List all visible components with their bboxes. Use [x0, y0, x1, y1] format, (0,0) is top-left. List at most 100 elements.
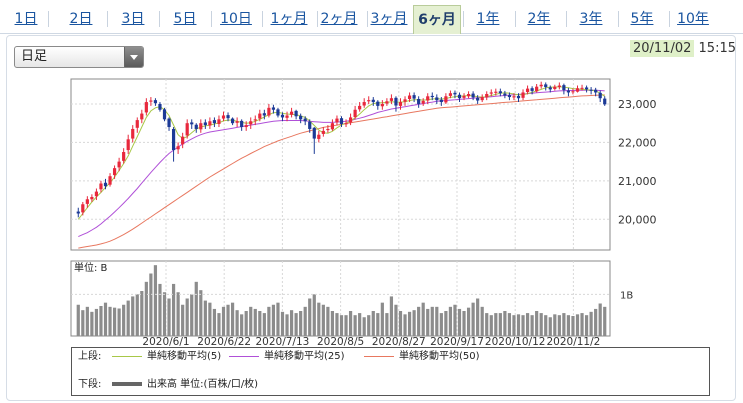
volume-bar: [530, 315, 534, 336]
candle-body: [90, 196, 94, 200]
candle-body: [358, 105, 362, 110]
candle-body: [158, 103, 162, 110]
price-volume-chart: 20,00021,00022,00023,0002020/6/1 2020/6/2…: [70, 78, 657, 348]
volume-bar: [562, 313, 566, 336]
candle-body: [76, 211, 80, 214]
volume-bar: [603, 306, 607, 336]
candle-body: [557, 85, 561, 88]
candle-body: [521, 92, 525, 98]
legend-lower-row: 下段:: [78, 378, 101, 392]
candle-body: [171, 128, 176, 151]
volume-bar: [566, 315, 571, 336]
candle-body: [339, 118, 344, 124]
volume-bar: [512, 315, 516, 336]
volume-bar: [575, 314, 580, 336]
volume-bar: [190, 294, 194, 336]
volume-bar: [580, 313, 584, 336]
volume-bar: [149, 273, 153, 336]
candle-body: [226, 115, 230, 119]
candle-body: [176, 146, 180, 150]
volume-bar: [144, 281, 148, 336]
candle-body: [584, 87, 589, 90]
legend-sma25-label: 単純移動平均(25): [264, 351, 345, 362]
candle-body: [407, 95, 412, 99]
volume-bar: [294, 313, 298, 336]
legend-volume-swatch: [112, 382, 142, 386]
candle-body: [312, 127, 316, 139]
price-tick-label: 22,000: [618, 136, 657, 149]
volume-bar: [94, 308, 99, 336]
volume-bar: [226, 304, 230, 336]
candle-body: [294, 110, 298, 117]
volume-bar: [122, 304, 126, 336]
volume-bar: [285, 314, 289, 336]
candle-body: [376, 101, 380, 106]
candle-body: [457, 94, 462, 99]
volume-bar: [289, 310, 294, 336]
volume-bar: [171, 283, 176, 336]
candle-body: [185, 123, 189, 136]
candle-body: [258, 113, 262, 119]
candle-body: [435, 97, 439, 101]
candle-body: [498, 91, 502, 94]
volume-bar: [85, 306, 89, 336]
volume-bar: [271, 304, 276, 336]
candle-body: [348, 117, 353, 123]
candle-body: [548, 87, 552, 90]
volume-bar: [126, 300, 130, 336]
candle-body: [81, 204, 85, 213]
candle-body: [394, 97, 398, 106]
volume-bar: [471, 302, 475, 336]
candle-body: [566, 90, 571, 93]
candle-body: [385, 101, 389, 104]
volume-bar: [421, 302, 425, 336]
candle-body: [330, 123, 335, 130]
volume-bar: [412, 310, 416, 336]
candle-body: [598, 92, 602, 99]
volume-bar: [371, 311, 375, 336]
candle-body: [430, 95, 434, 98]
candle-body: [262, 113, 266, 116]
volume-bar: [103, 302, 108, 336]
candle-body: [471, 93, 475, 98]
volume-bar: [485, 313, 489, 336]
candle-body: [144, 102, 148, 113]
volume-bar: [548, 317, 552, 336]
candle-body: [494, 91, 498, 93]
candle-body: [344, 123, 348, 125]
candle-body: [108, 176, 112, 185]
legend-sma5-label: 単純移動平均(5): [147, 351, 222, 362]
candle-body: [353, 109, 357, 118]
volume-bar: [108, 306, 112, 336]
volume-bar: [557, 315, 561, 336]
volume-bar: [571, 316, 575, 336]
volume-tick-label: 1B: [620, 290, 633, 301]
candle-body: [571, 91, 575, 93]
volume-bar: [299, 311, 303, 336]
candle-body: [462, 95, 466, 98]
candle-body: [439, 99, 443, 103]
volume-bar: [407, 311, 412, 336]
volume-bar: [453, 304, 457, 336]
candle-body: [99, 183, 103, 190]
volume-unit-label: 単位: B: [74, 261, 108, 274]
volume-bar: [376, 313, 380, 336]
candle-body: [271, 107, 276, 110]
candle-body: [507, 95, 512, 98]
volume-bar: [90, 311, 94, 336]
candle-body: [190, 122, 194, 125]
volume-bar: [394, 304, 398, 336]
volume-bar: [385, 313, 389, 336]
candle-body: [240, 120, 244, 128]
volume-bar: [335, 313, 339, 336]
candle-body: [539, 84, 543, 87]
volume-bar: [112, 307, 117, 336]
volume-bar: [167, 298, 171, 336]
volume-bar: [158, 283, 162, 336]
volume-bar: [480, 306, 484, 336]
candle-body: [212, 120, 217, 124]
volume-bar: [185, 298, 189, 336]
volume-bar: [344, 315, 348, 336]
volume-bar: [76, 304, 80, 336]
candle-body: [476, 97, 480, 101]
